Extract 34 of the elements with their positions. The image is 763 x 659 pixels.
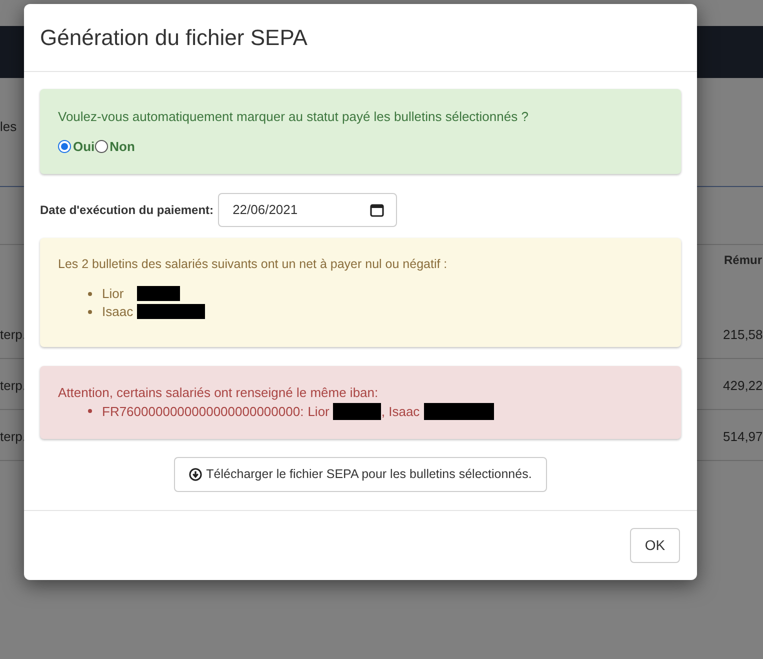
dialog-title: Génération du fichier SEPA <box>40 24 308 52</box>
question-text: Voulez-vous automatiquement marquer au statut payé les bulletins sélectionnés ? <box>58 108 530 126</box>
date-label: Date d'exécution du paiement: <box>40 202 214 219</box>
employee-name: , Isaac <box>381 402 420 420</box>
radio-button[interactable] <box>94 140 108 153</box>
bullet-icon <box>88 409 92 414</box>
redaction-mark <box>424 402 494 420</box>
page-text: les <box>0 118 17 136</box>
download-button[interactable]: Télécharger le fichier SEPA pour les bulletins sélectionnés. <box>174 457 547 492</box>
table-cell-text: 429,22 <box>723 377 763 395</box>
radio-button[interactable] <box>58 140 71 153</box>
employee-name: Isaac <box>102 303 134 321</box>
column-header: Rémur <box>724 252 762 269</box>
download-icon <box>189 468 202 482</box>
warning-text: Les 2 bulletins des salariés suivants ont un net à payer nul ou négatif : <box>58 256 448 273</box>
employee-name: Lior <box>308 402 330 420</box>
radio-label: Non <box>110 138 135 156</box>
bullet-icon <box>88 292 92 296</box>
alert-text: Attention, certains salariés ont renseigné le même iban: <box>58 384 380 402</box>
redaction-mark <box>136 286 180 302</box>
date-field[interactable]: 22/06/2021 <box>218 193 397 227</box>
table-cell-text: 514,97 <box>723 428 763 446</box>
bullet-icon <box>88 310 92 314</box>
redaction-mark <box>333 402 382 420</box>
table-cell-text: 215,58 <box>723 326 763 344</box>
table-cell-text: terp. <box>0 326 26 344</box>
ok-button[interactable]: OK <box>630 528 680 563</box>
iban-text: FR7600000000000000000000000: <box>102 402 304 420</box>
redaction-mark <box>137 304 206 320</box>
employee-name: Lior <box>102 285 124 303</box>
table-cell-text: terp. <box>0 428 26 446</box>
calendar-icon <box>370 203 384 217</box>
table-cell-text: terp. <box>0 377 26 395</box>
radio-label: Oui <box>73 138 95 156</box>
